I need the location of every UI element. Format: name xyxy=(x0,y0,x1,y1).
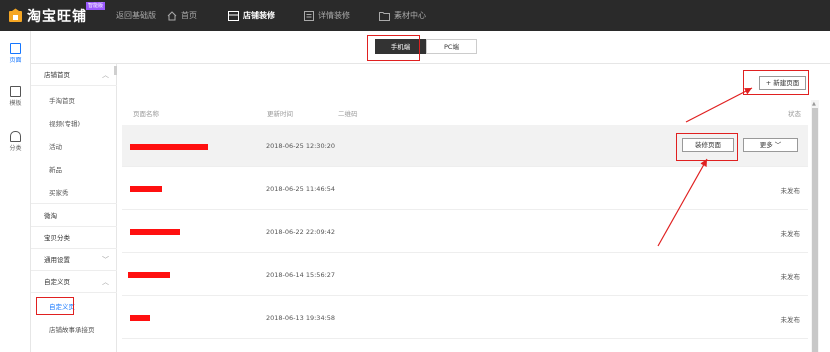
redacted-page-name xyxy=(128,272,170,278)
nav-detail-decoration-label: 详情装修 xyxy=(318,11,350,20)
app-name: 淘宝旺铺 xyxy=(27,9,87,25)
chevron-down-icon: ﹀ xyxy=(102,256,109,264)
column-header-updated: 更新时间 xyxy=(267,110,293,118)
nav-detail-decoration[interactable]: 详情装修 xyxy=(304,10,350,21)
sidebar-item-shop-story[interactable]: 店铺故事承接页 xyxy=(31,319,117,341)
template-icon xyxy=(10,86,21,97)
redacted-page-name xyxy=(130,186,162,192)
sidebar-item-shop-home[interactable]: 店铺首页 ︿ xyxy=(31,64,117,86)
sidebar-item-video[interactable]: 视频(专辑) xyxy=(31,113,117,135)
nav-home[interactable]: 首页 xyxy=(167,10,197,21)
taobao-logo-icon xyxy=(9,8,22,22)
detail-icon xyxy=(304,10,314,21)
rail-item-category[interactable]: 分类 xyxy=(0,131,31,152)
annotation-box-decorate xyxy=(676,133,738,161)
row-updated-time: 2018-06-25 12:30:20 xyxy=(266,142,336,150)
sidebar-item-label: 新品 xyxy=(49,166,62,174)
sidebar-item-activity[interactable]: 活动 xyxy=(31,136,117,158)
sidebar-item-label: 自定义页 xyxy=(44,278,70,286)
sidebar-item-label: 店铺首页 xyxy=(44,71,70,79)
sidebar-item-label: 通用设置 xyxy=(44,256,70,264)
rail-item-template-label: 模板 xyxy=(9,100,22,107)
row-updated-time: 2018-06-14 15:56:27 xyxy=(266,271,336,279)
page-icon xyxy=(10,43,21,54)
chevron-up-icon: ︿ xyxy=(102,71,109,79)
rail-item-category-label: 分类 xyxy=(9,145,22,152)
nav-home-label: 首页 xyxy=(181,11,197,20)
row-updated-time: 2018-06-22 22:09:42 xyxy=(266,228,336,236)
annotation-box-custom-page xyxy=(36,297,74,315)
nav-back-basic[interactable]: 返回基础版 xyxy=(116,10,156,21)
sidebar-item-weitao[interactable]: 微淘 xyxy=(31,205,117,227)
table-row: 2018-06-13 19:34:58 未发布 xyxy=(122,297,808,339)
sidebar-item-label: 买家秀 xyxy=(49,189,69,197)
nav-material-center-label: 素材中心 xyxy=(394,11,426,20)
table-row: 2018-06-22 22:09:42 未发布 xyxy=(122,211,808,253)
tab-pc[interactable]: PC端 xyxy=(426,39,477,54)
sidebar-item-label: 视频(专辑) xyxy=(49,120,81,128)
sidebar-item-new-arrivals[interactable]: 新品 xyxy=(31,159,117,181)
rail-item-page[interactable]: 页面 xyxy=(0,43,31,64)
sidebar-item-label: 手淘首页 xyxy=(49,97,75,105)
sidebar-item-custom-pages-group[interactable]: 自定义页 ︿ xyxy=(31,271,117,293)
redacted-page-name xyxy=(130,229,180,235)
row-status: 未发布 xyxy=(780,187,801,195)
edition-badge: 智能版 xyxy=(86,2,106,10)
category-icon xyxy=(10,131,21,142)
sidebar-item-general-settings[interactable]: 通用设置 ﹀ xyxy=(31,249,117,271)
table-row: 2018-06-25 11:46:54 未发布 xyxy=(122,168,808,210)
redacted-page-name xyxy=(130,144,208,150)
rail-item-page-label: 页面 xyxy=(9,57,22,64)
sidebar-item-label: 宝贝分类 xyxy=(44,234,70,242)
sidebar-item-mobile-home[interactable]: 手淘首页 xyxy=(31,90,117,112)
chevron-up-icon: ︿ xyxy=(102,278,109,286)
folder-icon xyxy=(379,11,390,21)
row-status: 未发布 xyxy=(780,230,801,238)
column-header-name: 页面名称 xyxy=(133,110,159,118)
table-row: 2018-06-14 15:56:27 未发布 xyxy=(122,254,808,296)
top-navigation-bar: 淘宝旺铺 智能版 返回基础版 首页 店铺装修 详情装修 素材中心 xyxy=(0,0,830,31)
sidebar-item-product-category[interactable]: 宝贝分类 xyxy=(31,227,117,249)
row-updated-time: 2018-06-13 19:34:58 xyxy=(266,314,336,322)
row-status: 未发布 xyxy=(780,316,801,324)
nav-back-basic-label: 返回基础版 xyxy=(116,11,156,20)
redacted-page-name xyxy=(130,315,150,321)
shop-icon xyxy=(228,10,239,21)
sidebar-item-buyer-show[interactable]: 买家秀 xyxy=(31,182,117,204)
sidebar-scrollbar[interactable] xyxy=(114,66,117,75)
annotation-box-mobile-tab xyxy=(367,35,420,61)
nav-shop-decoration[interactable]: 店铺装修 xyxy=(228,10,275,21)
sidebar-item-label: 店铺故事承接页 xyxy=(49,326,95,334)
sidebar-item-label: 活动 xyxy=(49,143,62,151)
nav-shop-decoration-label: 店铺装修 xyxy=(243,11,275,20)
rail-item-template[interactable]: 模板 xyxy=(0,86,31,107)
annotation-box-new-page xyxy=(743,70,809,95)
left-icon-rail: 页面 模板 分类 xyxy=(0,31,31,352)
row-updated-time: 2018-06-25 11:46:54 xyxy=(266,185,336,193)
main-divider xyxy=(31,63,830,64)
column-header-status: 状态 xyxy=(788,110,801,118)
column-header-qrcode: 二维码 xyxy=(338,110,358,118)
scroll-up-icon[interactable]: ▲ xyxy=(812,101,816,107)
nav-material-center[interactable]: 素材中心 xyxy=(379,10,426,21)
home-icon xyxy=(167,10,177,20)
row-status: 未发布 xyxy=(780,273,801,281)
sidebar-item-label: 微淘 xyxy=(44,212,57,220)
table-scrollbar-thumb[interactable] xyxy=(812,108,818,352)
more-dropdown-button[interactable]: 更多 ﹀ xyxy=(743,138,798,152)
